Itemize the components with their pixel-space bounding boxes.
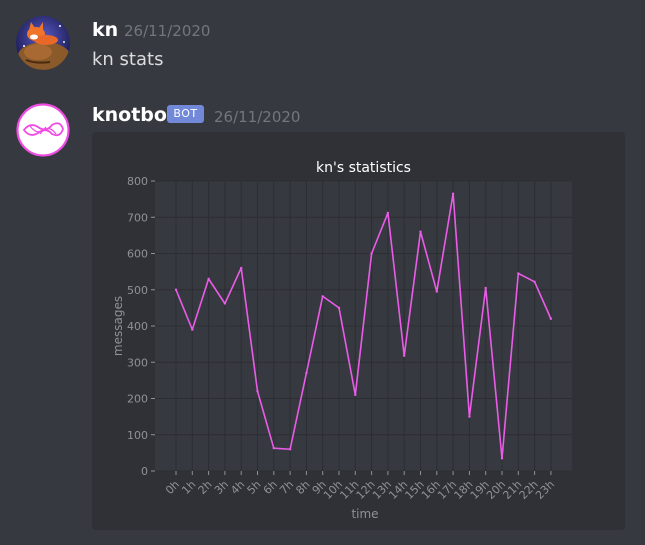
stats-chart: 01002003004005006007008000h1h2h3h4h5h6h7… (111, 160, 572, 521)
data-point (484, 286, 487, 290)
data-point (419, 230, 422, 233)
y-tick-label: 600 (127, 248, 148, 261)
data-point (451, 192, 455, 195)
data-point (435, 290, 438, 293)
data-point (468, 415, 471, 418)
message-text: kn stats (92, 49, 164, 70)
y-tick-label: 800 (127, 175, 148, 188)
data-point (500, 457, 504, 460)
knot-avatar-icon (16, 103, 70, 157)
x-axis-label: time (351, 507, 378, 521)
data-point (191, 328, 194, 331)
avatar-knotbot[interactable] (16, 103, 70, 157)
data-point (549, 317, 553, 320)
data-point (223, 302, 227, 305)
embed-chart: 0 100 200 300 400 500 600 700 800 0h 1h 2h 3h 4h 5h 6h 7… (92, 132, 625, 530)
data-point (207, 277, 210, 281)
timestamp: 26/11/2020 (124, 22, 211, 40)
chart-title: kn's statistics (316, 160, 411, 176)
data-point (533, 280, 536, 283)
y-tick-label: 700 (127, 211, 148, 224)
data-point (272, 446, 275, 450)
x-tick-label: 23h (533, 478, 557, 502)
y-tick-label: 200 (127, 393, 148, 406)
y-tick-label: 0 (141, 465, 148, 478)
y-axis-label: messages (111, 296, 125, 356)
data-point (370, 252, 373, 255)
y-tick-label: 300 (127, 356, 148, 369)
data-point (386, 211, 390, 215)
data-point (517, 272, 520, 275)
avatar-kn[interactable] (16, 16, 70, 70)
y-tick-label: 500 (127, 284, 148, 297)
data-point (240, 266, 243, 270)
timestamp: 26/11/2020 (214, 108, 301, 126)
fox-avatar-icon (16, 16, 70, 70)
data-point (321, 295, 324, 298)
data-point (174, 288, 178, 291)
y-tick-label: 100 (127, 429, 148, 442)
username-knotbot[interactable]: knotbot (92, 104, 176, 126)
username-kn[interactable]: kn (92, 19, 118, 41)
data-point (337, 306, 341, 310)
data-point (288, 448, 292, 451)
data-point (354, 393, 357, 397)
data-point (256, 390, 259, 393)
data-point (403, 354, 406, 357)
bot-badge: BOT (167, 105, 204, 123)
data-point (305, 371, 308, 375)
y-tick-label: 400 (127, 320, 148, 333)
